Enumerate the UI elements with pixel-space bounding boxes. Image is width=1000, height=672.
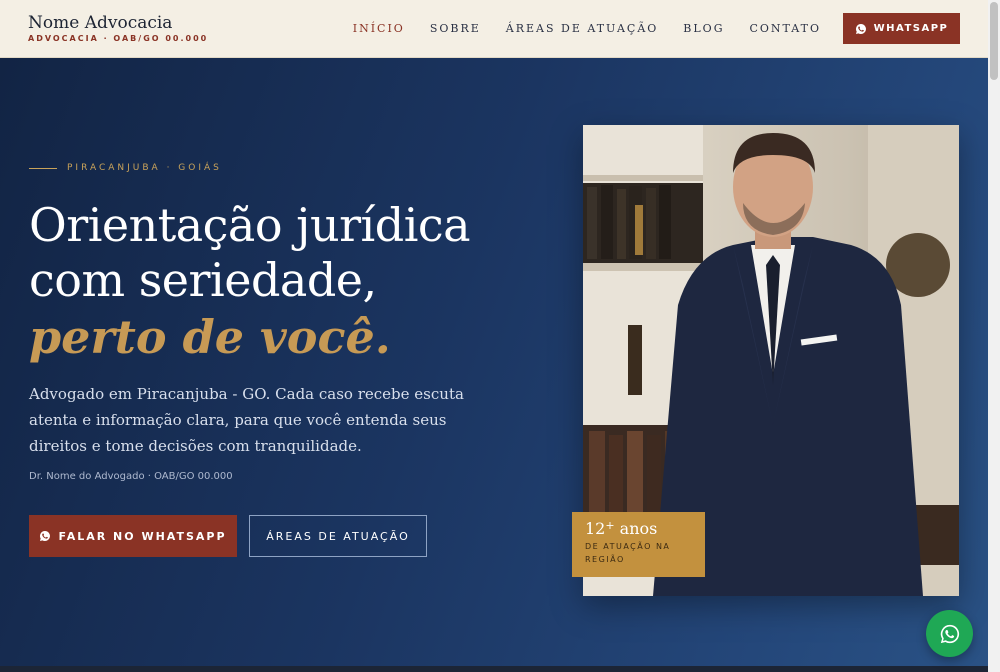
whatsapp-icon: [40, 531, 51, 541]
nav-item-contato[interactable]: CONTATO: [750, 22, 822, 35]
header-whatsapp-button[interactable]: WHATSAPP: [843, 13, 960, 44]
badge-caption: DE ATUAÇÃO NA REGIÃO: [585, 542, 671, 564]
brand-name: Nome Advocacia: [28, 13, 173, 33]
floating-whatsapp-button[interactable]: [926, 610, 973, 657]
eyebrow-location: PIRACANJUBA · GOIÁS: [67, 163, 222, 173]
badge-unit: anos: [619, 519, 658, 538]
headline-line-2: com seriedade,: [29, 253, 377, 307]
whatsapp-icon: [940, 624, 959, 643]
headline-line-1: Orientação jurídica: [29, 198, 471, 252]
nav-item-inicio[interactable]: INÍCIO: [353, 22, 405, 35]
experience-badge: 12+ anos DE ATUAÇÃO NA REGIÃO: [572, 512, 705, 577]
whatsapp-cta-label: FALAR NO WHATSAPP: [58, 529, 227, 543]
hero-lead: Advogado em Piracanjuba - GO. Cada caso …: [29, 385, 464, 455]
whatsapp-icon: [855, 23, 866, 34]
nav-item-blog[interactable]: BLOG: [683, 22, 724, 35]
header-whatsapp-label: WHATSAPP: [873, 23, 949, 34]
badge-years: 12+ anos: [585, 519, 705, 538]
nav-item-sobre[interactable]: SOBRE: [430, 22, 481, 35]
hero-credential: Dr. Nome do Advogado · OAB/GO 00.000: [29, 471, 233, 482]
hero-section: PIRACANJUBA · GOIÁS Orientação jurídica …: [0, 58, 988, 672]
hero-eyebrow: PIRACANJUBA · GOIÁS: [29, 163, 222, 173]
main-nav: INÍCIO SOBRE ÁREAS DE ATUAÇÃO BLOG CONTA…: [328, 13, 960, 44]
page-scrollbar[interactable]: [988, 0, 1000, 672]
hero-headline: Orientação jurídica com seriedade, perto…: [29, 198, 509, 366]
brand-subtitle: ADVOCACIA · OAB/GO 00.000: [28, 34, 209, 43]
site-header: Nome Advocacia ADVOCACIA · OAB/GO 00.000…: [0, 0, 988, 58]
whatsapp-cta-button[interactable]: FALAR NO WHATSAPP: [29, 515, 237, 557]
practice-areas-button[interactable]: ÁREAS DE ATUAÇÃO: [249, 515, 427, 557]
headline-accent: perto de você.: [29, 310, 391, 364]
eyebrow-divider: [29, 167, 57, 169]
scrollbar-thumb[interactable]: [990, 2, 998, 80]
badge-number: 12: [585, 519, 606, 538]
badge-plus: +: [605, 519, 615, 532]
brand-logo[interactable]: Nome Advocacia ADVOCACIA · OAB/GO 00.000: [28, 14, 208, 43]
nav-item-areas[interactable]: ÁREAS DE ATUAÇÃO: [506, 22, 659, 35]
